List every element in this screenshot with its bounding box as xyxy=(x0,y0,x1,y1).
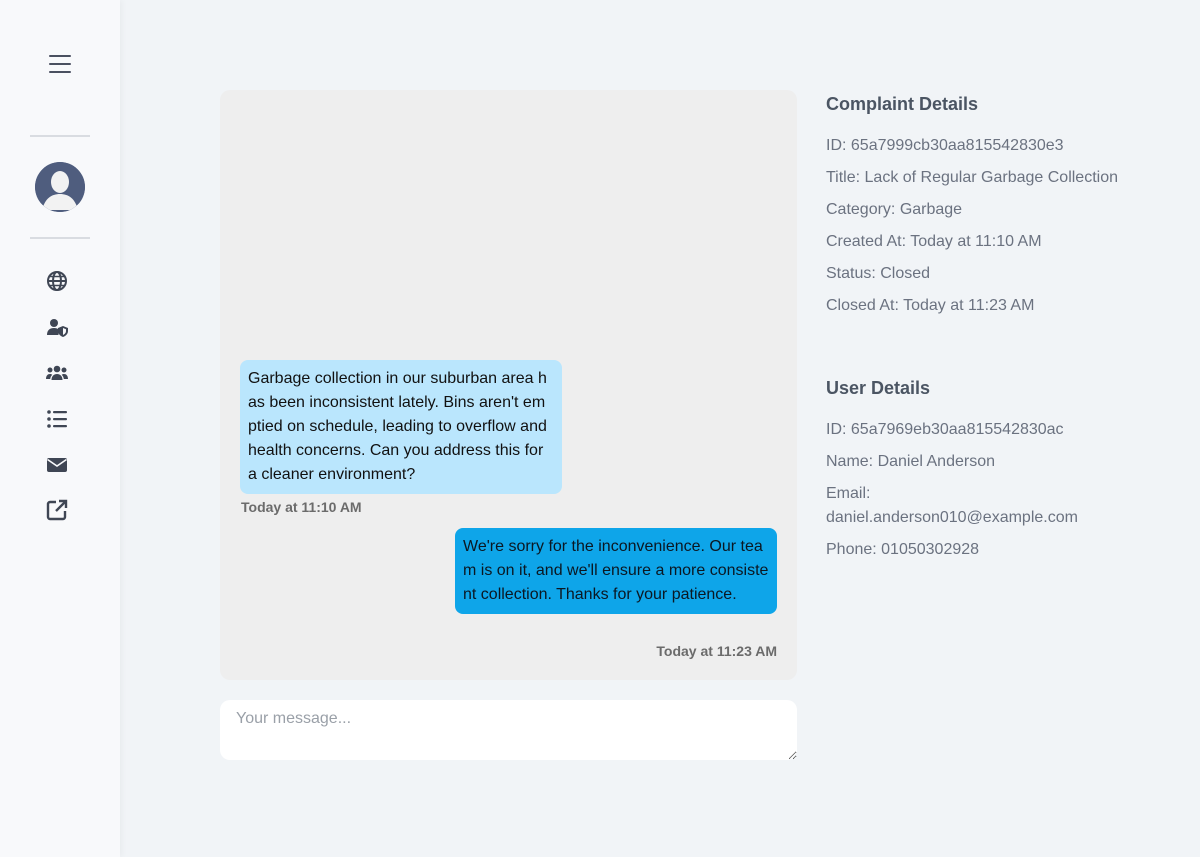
user-name: Name: Daniel Anderson xyxy=(826,453,995,470)
menu-icon[interactable] xyxy=(49,55,71,73)
message-input[interactable] xyxy=(220,700,797,760)
complaint-title: Title: Lack of Regular Garbage Collectio… xyxy=(826,169,1118,186)
users-icon[interactable] xyxy=(45,361,69,385)
user-email: Email: daniel.anderson010@example.com xyxy=(826,482,1126,530)
complaint-id: ID: 65a7999cb30aa815542830e3 xyxy=(826,137,1064,154)
message-timestamp: Today at 11:10 AM xyxy=(241,499,362,515)
sidebar-divider xyxy=(30,237,90,239)
user-shield-icon[interactable] xyxy=(45,315,69,339)
complaint-category: Category: Garbage xyxy=(826,201,963,218)
envelope-icon[interactable] xyxy=(45,453,69,477)
sidebar xyxy=(0,0,120,857)
complaint-created-at: Created At: Today at 11:10 AM xyxy=(826,233,1042,250)
sidebar-divider xyxy=(30,135,90,137)
list-icon[interactable] xyxy=(45,407,69,431)
user-email-label: Email: xyxy=(826,485,871,502)
user-details-heading: User Details xyxy=(826,378,931,398)
message-bubble-outgoing: We're sorry for the inconvenience. Our t… xyxy=(455,528,777,614)
user-phone: Phone: 01050302928 xyxy=(826,541,980,558)
complaint-details-heading: Complaint Details xyxy=(826,94,979,114)
globe-icon[interactable] xyxy=(45,269,69,293)
complaint-closed-at: Closed At: Today at 11:23 AM xyxy=(826,297,1035,314)
chat-panel: Garbage collection in our suburban area … xyxy=(220,90,797,680)
user-id: ID: 65a7969eb30aa815542830ac xyxy=(826,421,1064,438)
user-details: User Details ID: 65a7969eb30aa815542830a… xyxy=(826,378,1126,562)
complaint-status: Status: Closed xyxy=(826,265,931,282)
message-bubble-incoming: Garbage collection in our suburban area … xyxy=(240,360,562,494)
message-timestamp: Today at 11:23 AM xyxy=(656,643,777,659)
avatar[interactable] xyxy=(35,162,85,212)
user-email-value: daniel.anderson010@example.com xyxy=(826,509,1078,526)
complaint-details: Complaint Details ID: 65a7999cb30aa81554… xyxy=(826,94,1126,318)
external-link-icon[interactable] xyxy=(45,498,69,522)
